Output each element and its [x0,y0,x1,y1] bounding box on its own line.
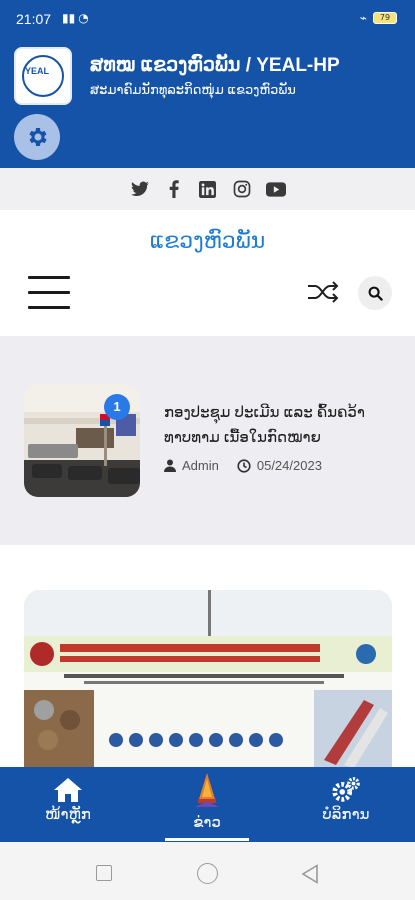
instagram-icon[interactable] [232,179,252,199]
home-icon [53,775,83,805]
linkedin-icon[interactable] [198,179,218,199]
app-logo: YEAL [14,47,72,105]
app-header: YEAL ສທໝ ແຂວງຫົວພັນ / YEAL-HP ສະມາຄົມນັກ… [0,38,415,168]
recents-button[interactable] [96,865,112,881]
gear-icon [29,128,47,146]
random-post-button[interactable] [305,278,341,306]
battery-icon: 79 [373,12,397,24]
news-title[interactable]: ກອງປະຊຸມ ປະເມີນ ແລະ ຄົ້ນຄວ້າທາບທາມ ເນື້ອ… [164,400,384,450]
news-author-name: Admin [182,458,219,473]
news-nav-icon [192,771,222,809]
nav-home-label: ໜ້າຫຼັກ [45,806,91,823]
signal-icon: ▮▮ [62,11,76,25]
nav-home[interactable]: ໜ້າຫຼັກ [8,767,128,842]
nav-news[interactable]: ຂ່າວ [147,767,267,842]
nav-services-label: ບໍລິການ [322,806,370,823]
nav-news-label: ຂ່າວ [193,814,221,831]
menu-line [28,291,70,294]
social-links-bar [0,168,415,210]
logo-text: YEAL [25,66,50,76]
clock-icon [237,458,251,473]
nav-services[interactable]: ບໍລິການ [286,767,406,842]
app-subtitle: ສະມາຄົມນັກທຸລະກິດໜຸ່ມ ແຂວງຫົວພັນ [90,82,296,97]
site-title: ແຂວງຫົວພັນ [149,228,266,253]
bottom-navigation: ໜ້າຫຼັກ ຂ່າວ ບໍລິການ [0,767,415,842]
shuffle-icon [308,281,339,303]
wifi-icon: ◔ [78,11,89,25]
settings-button[interactable] [14,114,60,160]
news-date: 05/24/2023 [237,458,322,473]
news-date-text: 05/24/2023 [256,458,322,473]
news-thumbnail[interactable]: 1 [24,384,140,497]
menu-line [28,306,70,309]
system-navigation-bar [0,842,415,900]
menu-line [28,276,70,279]
facebook-icon[interactable] [164,179,184,199]
status-right-icons: ⌁ 79 [360,11,397,25]
logo-ring [22,55,64,97]
news-badge: 1 [104,394,130,420]
search-button[interactable] [358,276,392,310]
youtube-icon[interactable] [265,179,286,199]
back-button[interactable] [301,864,319,888]
status-time: 21:07 [16,11,52,27]
user-icon [164,459,176,472]
news-author: Admin [164,458,219,473]
mute-icon: ⌁ [359,11,367,25]
home-system-button[interactable] [197,863,218,884]
news-card[interactable]: 1 ກອງປະຊຸມ ປະເມີນ ແລະ ຄົ້ນຄວ້າທາບທາມ ເນື… [24,384,392,499]
nav-active-indicator [165,838,249,841]
search-icon [368,286,383,301]
status-notification-icons: ▮▮ ◔ [62,11,89,25]
gears-icon [331,775,361,805]
status-bar: 21:07 ▮▮ ◔ ⌁ 79 [0,0,415,38]
featured-banner-image[interactable] [24,590,392,770]
menu-button[interactable] [28,274,70,310]
app-title: ສທໝ ແຂວງຫົວພັນ / YEAL-HP [90,55,340,76]
twitter-icon[interactable] [130,179,150,199]
news-meta: Admin 05/24/2023 [164,458,340,473]
